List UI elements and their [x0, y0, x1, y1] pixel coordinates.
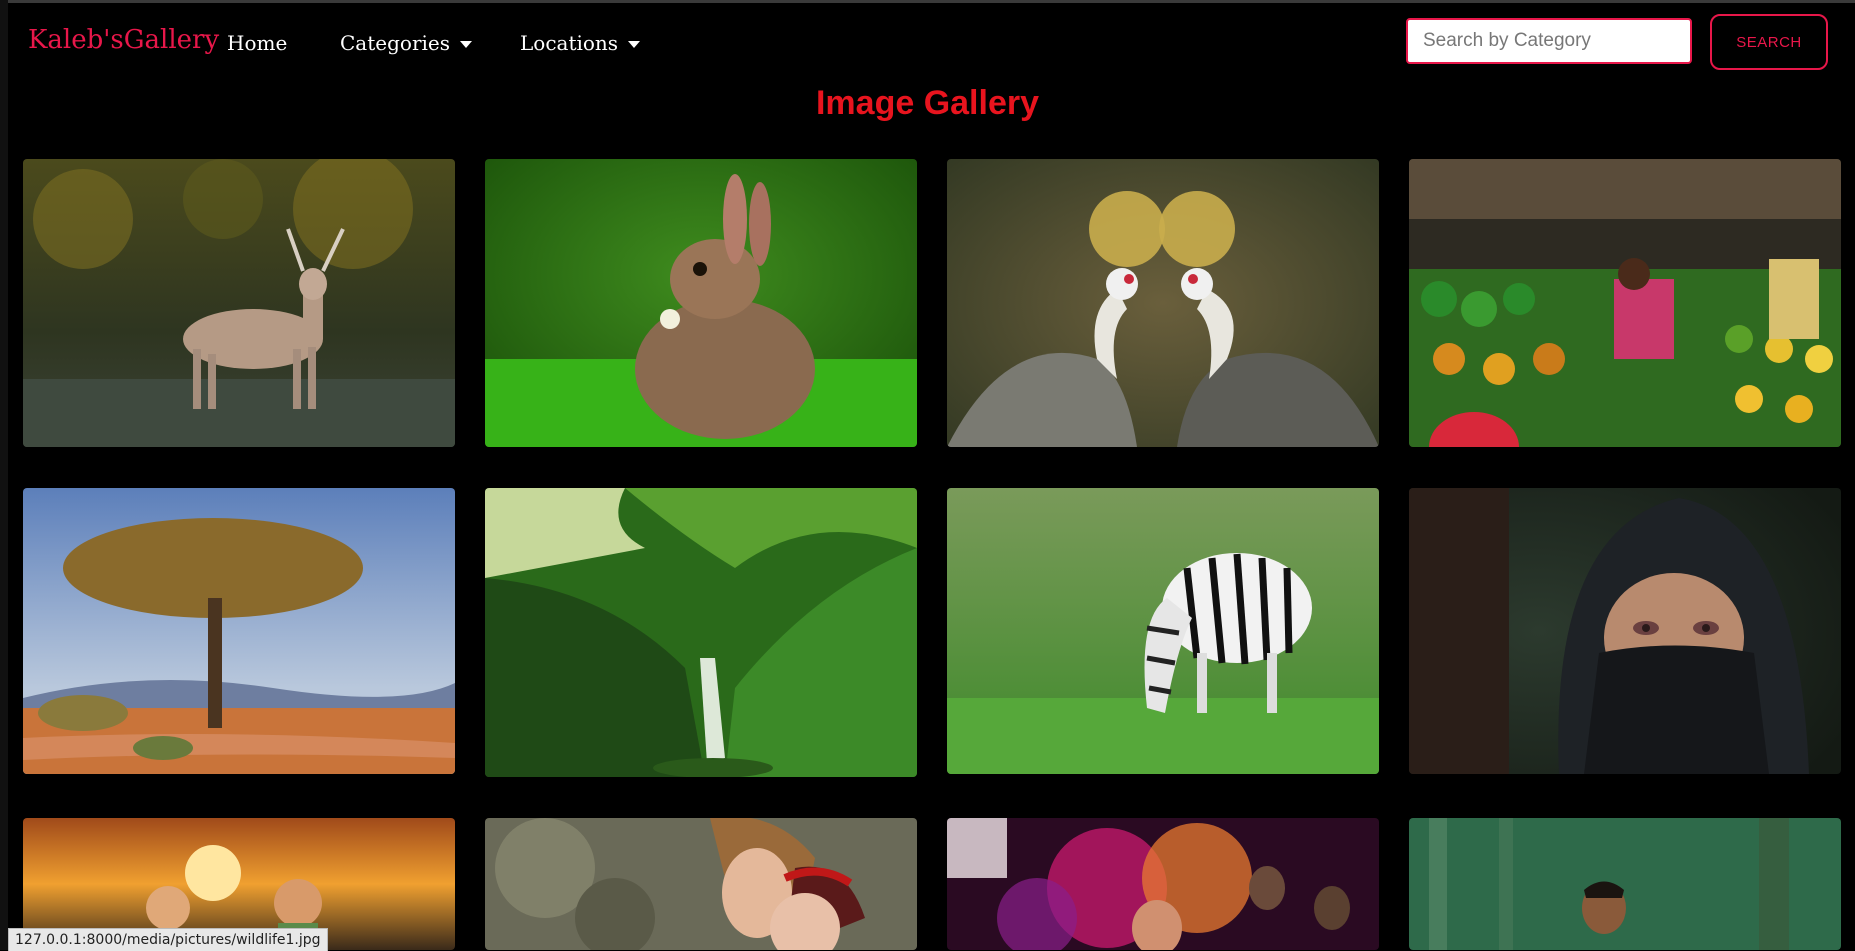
gallery-image-couple[interactable] — [485, 818, 917, 950]
nav-locations-dropdown[interactable]: Locations — [520, 31, 641, 55]
deer-image — [23, 159, 455, 447]
search-input[interactable] — [1406, 18, 1692, 64]
couple-image — [485, 818, 917, 950]
gallery-image-deer[interactable] — [23, 159, 455, 447]
acacia-tree-image — [23, 488, 455, 774]
waterfall-image — [485, 488, 917, 777]
nav-categories-label: Categories — [340, 31, 450, 55]
fruit-market-image — [1409, 159, 1841, 447]
crowned-cranes-image — [947, 159, 1379, 447]
nav-home-link[interactable]: Home — [227, 31, 287, 55]
holi-festival-image — [947, 818, 1379, 950]
gallery-image-zebra[interactable] — [947, 488, 1379, 774]
nav-categories-dropdown[interactable]: Categories — [340, 31, 472, 55]
zebra-image — [947, 488, 1379, 774]
gallery-image-waterfall[interactable] — [485, 488, 917, 777]
gallery-image-rabbit[interactable] — [485, 159, 917, 447]
caret-down-icon — [460, 41, 472, 48]
gallery-image-cranes[interactable] — [947, 159, 1379, 447]
gallery-image-acacia[interactable] — [23, 488, 455, 774]
nav-locations-label: Locations — [520, 31, 619, 55]
navbar: Kaleb'sGallery Home Categories Locations… — [8, 3, 1855, 83]
browser-status-url: 127.0.0.1:8000/media/pictures/wildlife1.… — [8, 928, 328, 951]
gallery-image-holi[interactable] — [947, 818, 1379, 950]
page-title: Image Gallery — [815, 84, 1039, 122]
window-left-border — [0, 0, 8, 950]
brand-logo[interactable]: Kaleb'sGallery — [28, 25, 219, 55]
gallery-image-market[interactable] — [1409, 159, 1841, 447]
search-button[interactable]: SEARCH — [1710, 14, 1828, 70]
gallery-image-boy-forest[interactable] — [1409, 818, 1841, 950]
gallery-image-portrait[interactable] — [1409, 488, 1841, 774]
hijab-portrait-image — [1409, 488, 1841, 774]
boy-forest-image — [1409, 818, 1841, 950]
caret-down-icon — [628, 41, 641, 48]
rabbit-image — [485, 159, 917, 447]
